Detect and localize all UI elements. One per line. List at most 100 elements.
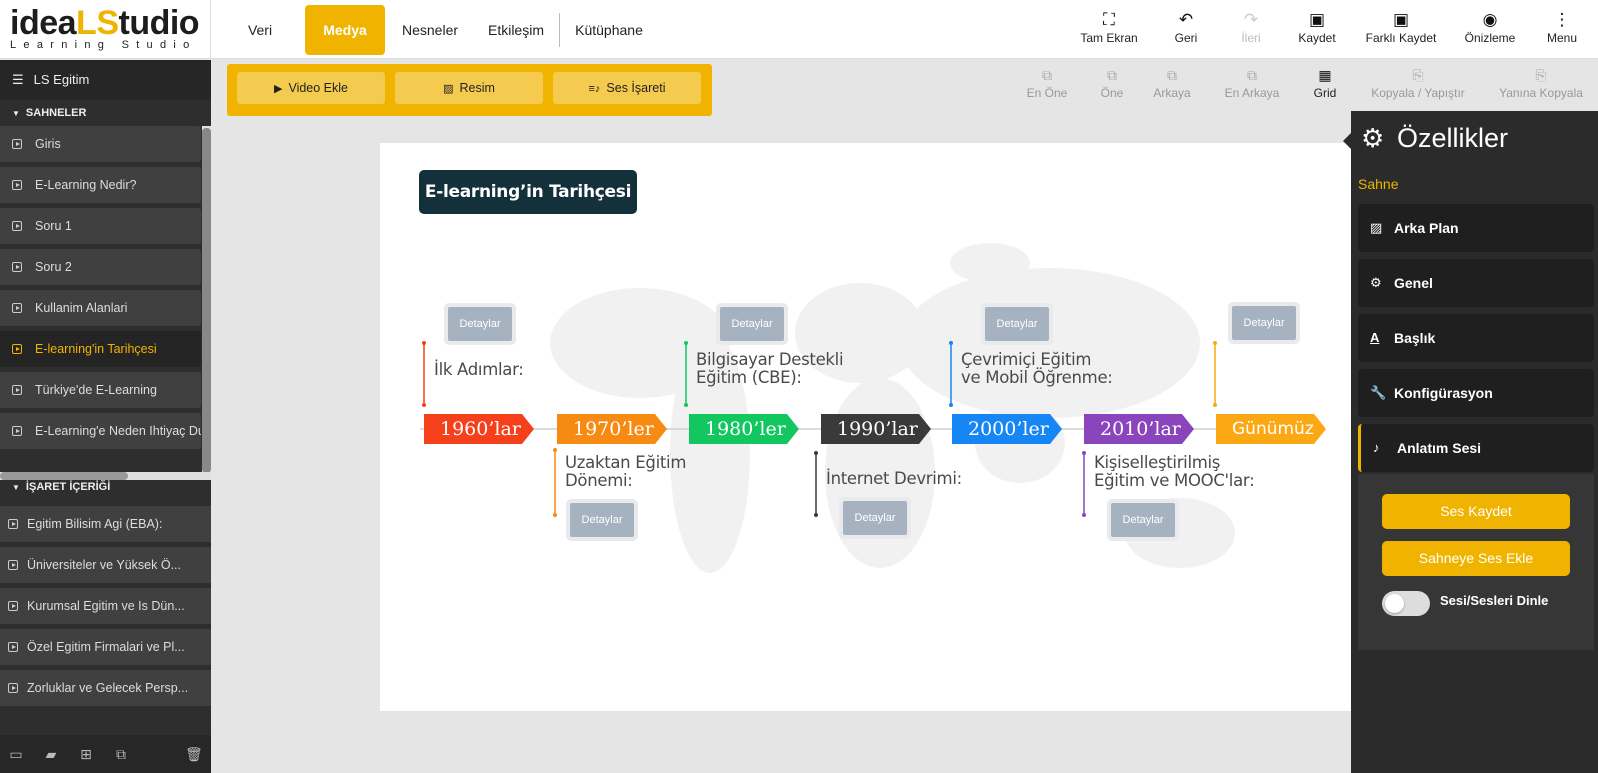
tab-kutuphane[interactable]: Kütüphane xyxy=(566,5,652,55)
copy-paste-button[interactable]: ⎘ Kopyala / Yapıştır xyxy=(1365,64,1471,100)
marker-label: Zorluklar ve Gelecek Persp... xyxy=(27,681,189,695)
scenes-header[interactable]: ▼ SAHNELER xyxy=(0,100,211,126)
scene-label: Türkiye'de E-Learning xyxy=(35,383,157,397)
add-folder-icon[interactable]: ▰ xyxy=(43,746,59,762)
prop-row-narration[interactable]: ♪ Anlatım Sesi xyxy=(1358,424,1594,472)
send-backward-button[interactable]: ⧉ Arkaya xyxy=(1150,64,1194,100)
tab-veri[interactable]: Veri xyxy=(232,5,288,55)
scene-item[interactable]: Kullanim Alanlari xyxy=(0,290,201,326)
audio-marker-button[interactable]: ≡♪ Ses İşareti xyxy=(553,72,701,104)
top-bar: ideaLStudio Learning Studio Veri Medya N… xyxy=(0,0,1598,59)
more-vertical-icon: ⋮ xyxy=(1553,10,1571,29)
scene-icon xyxy=(12,262,22,272)
marker-label: Üniversiteler ve Yüksek Ö... xyxy=(27,558,181,572)
preview-label: Önizleme xyxy=(1464,31,1516,45)
tab-nesneler[interactable]: Nesneler xyxy=(398,5,462,55)
timeline-label-gunumuz[interactable]: Günümüz xyxy=(1216,414,1326,444)
prop-row-title[interactable]: A Başlık xyxy=(1358,314,1594,362)
scene-item[interactable]: Soru 1 xyxy=(0,208,201,244)
markers-header[interactable]: ▼ İŞARET İÇERİĞİ xyxy=(0,474,211,500)
text-internet[interactable]: İnternet Devrimi: xyxy=(826,470,962,488)
wrench-icon: 🔧 xyxy=(1370,385,1387,400)
project-row[interactable]: ☰ LS Egitim xyxy=(0,60,211,100)
details-label: Detaylar xyxy=(720,307,784,341)
grid-button[interactable]: ▦ Grid xyxy=(1312,64,1338,100)
details-button[interactable]: Detaylar xyxy=(1228,302,1300,344)
scene-item[interactable]: Giris xyxy=(0,126,201,162)
fullscreen-icon: ⛶ xyxy=(1103,10,1115,29)
timeline-label-1960[interactable]: 1960’lar xyxy=(424,414,534,444)
menu-button[interactable]: ⋮ Menu xyxy=(1544,9,1580,45)
text-mobil[interactable]: Çevrimiçi Eğitim ve Mobil Öğrenme: xyxy=(961,351,1113,387)
bring-forward-button[interactable]: ⧉ Öne xyxy=(1097,64,1127,100)
scene-label: E-learning'in Tarihçesi xyxy=(35,342,157,356)
caret-down-icon: ▼ xyxy=(12,483,20,492)
slide-canvas[interactable]: E-learning’in Tarihçesi 1960’lar 1970’le… xyxy=(380,143,1352,711)
duplicate-beside-button[interactable]: ⎘ Yanına Kopyala xyxy=(1497,64,1585,100)
undo-button[interactable]: ↶ Geri xyxy=(1170,9,1202,45)
add-image-label: Resim xyxy=(459,81,495,95)
narration-panel: Ses Kaydet Sahneye Ses Ekle Sesi/Sesleri… xyxy=(1358,474,1594,650)
text-ilk-adimlar[interactable]: İlk Adımlar: xyxy=(434,361,524,379)
details-label: Detaylar xyxy=(1111,503,1175,537)
scrollbar-thumb[interactable] xyxy=(202,128,211,473)
text-cbe[interactable]: Bilgisayar Destekli Eğitim (CBE): xyxy=(696,351,844,387)
redo-button[interactable]: ↷ İleri xyxy=(1235,9,1267,45)
eye-icon: ◉ xyxy=(1482,10,1498,29)
timeline-label-1980[interactable]: 1980’ler xyxy=(689,414,799,444)
prop-row-general[interactable]: ⚙ Genel xyxy=(1358,259,1594,307)
marker-item[interactable]: Egitim Bilisim Agi (EBA): xyxy=(0,506,211,542)
scene-item-selected[interactable]: E-learning'in Tarihçesi xyxy=(0,331,201,367)
text-uzaktan[interactable]: Uzaktan Eğitim Dönemi: xyxy=(565,454,686,490)
left-panel-actions: ▭ ▰ ⊞ ⧉ 🗑 xyxy=(0,735,211,773)
prop-row-background[interactable]: ▨ Arka Plan xyxy=(1358,204,1594,252)
send-to-back-button[interactable]: ⧉ En Arkaya xyxy=(1222,64,1282,100)
tab-etkilesim[interactable]: Etkileşim xyxy=(480,5,552,55)
listen-toggle[interactable] xyxy=(1382,591,1430,616)
timeline-label-1970[interactable]: 1970’ler xyxy=(557,414,667,444)
details-button[interactable]: Detaylar xyxy=(839,497,911,539)
details-button[interactable]: Detaylar xyxy=(1107,499,1179,541)
add-icon[interactable]: ⊞ xyxy=(78,746,94,762)
app-root: ideaLStudio Learning Studio Veri Medya N… xyxy=(0,0,1598,773)
add-video-button[interactable]: ▶ Video Ekle xyxy=(237,72,385,104)
slide-title[interactable]: E-learning’in Tarihçesi xyxy=(419,170,637,214)
scene-item[interactable]: Soru 2 xyxy=(0,249,201,285)
timeline-label-1990[interactable]: 1990’lar xyxy=(821,414,931,444)
scene-item[interactable]: E-Learning Nedir? xyxy=(0,167,201,203)
markers-header-label: İŞARET İÇERİĞİ xyxy=(25,481,111,493)
marker-item[interactable]: Üniversiteler ve Yüksek Ö... xyxy=(0,547,211,583)
fullscreen-button[interactable]: ⛶ Tam Ekran xyxy=(1076,9,1142,45)
details-button[interactable]: Detaylar xyxy=(981,303,1053,345)
text-mooc[interactable]: Kişiselleştirilmiş Eğitim ve MOOC'lar: xyxy=(1094,454,1255,490)
prop-row-label: Arka Plan xyxy=(1394,220,1459,236)
trash-icon[interactable]: 🗑 xyxy=(185,746,203,762)
prop-row-label: Başlık xyxy=(1394,330,1436,346)
marker-item[interactable]: Zorluklar ve Gelecek Persp... xyxy=(0,670,211,706)
details-button[interactable]: Detaylar xyxy=(716,303,788,345)
add-scene-audio-button[interactable]: Sahneye Ses Ekle xyxy=(1382,541,1570,576)
save-as-button[interactable]: ▣ Farklı Kaydet xyxy=(1362,9,1440,45)
save-button[interactable]: ▣ Kaydet xyxy=(1295,9,1339,45)
tab-medya[interactable]: Medya xyxy=(305,5,385,55)
marker-item[interactable]: Özel Egitim Firmalari ve Pl... xyxy=(0,629,211,665)
add-scene-icon[interactable]: ▭ xyxy=(8,746,24,762)
gear-icon: ⚙ xyxy=(1370,275,1382,290)
scene-item[interactable]: E-Learning'e Neden Ihtiyaç Duyulur xyxy=(0,413,201,449)
add-image-button[interactable]: ▨ Resim xyxy=(395,72,543,104)
record-audio-button[interactable]: Ses Kaydet xyxy=(1382,494,1570,529)
marker-item[interactable]: Kurumsal Egitim ve Is Dün... xyxy=(0,588,211,624)
scene-list-vertical-scrollbar[interactable] xyxy=(202,126,211,476)
save-as-icon: ▣ xyxy=(1392,10,1410,29)
preview-button[interactable]: ◉ Önizleme xyxy=(1462,9,1518,45)
details-button[interactable]: Detaylar xyxy=(444,303,516,345)
timeline-label-2010[interactable]: 2010’lar xyxy=(1084,414,1194,444)
prop-row-configuration[interactable]: 🔧 Konfigürasyon xyxy=(1358,369,1594,417)
scene-item[interactable]: Türkiye'de E-Learning xyxy=(0,372,201,408)
bring-to-front-button[interactable]: ⧉ En Öne xyxy=(1024,64,1070,100)
duplicate-icon[interactable]: ⧉ xyxy=(113,746,129,762)
details-button[interactable]: Detaylar xyxy=(566,499,638,541)
properties-title-label: Özellikler xyxy=(1397,123,1509,153)
text-format-icon: A xyxy=(1370,330,1380,345)
timeline-label-2000[interactable]: 2000’ler xyxy=(952,414,1062,444)
